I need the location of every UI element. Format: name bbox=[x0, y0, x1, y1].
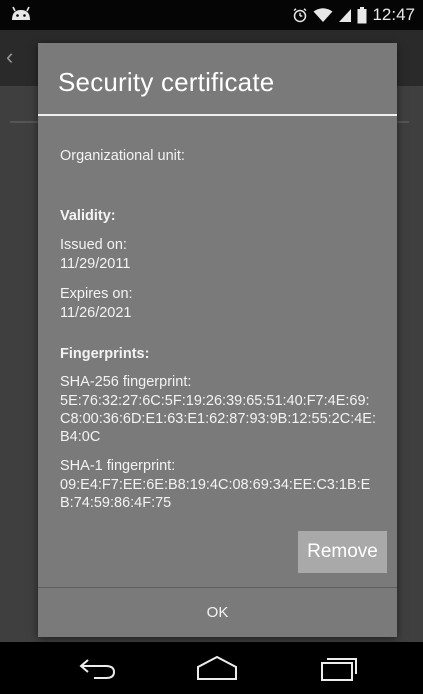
sha1-label: SHA-1 fingerprint: bbox=[60, 458, 176, 474]
wifi-icon bbox=[313, 7, 333, 23]
expires-on-label: Expires on: bbox=[60, 286, 133, 302]
issued-on-label: Issued on: bbox=[60, 237, 127, 253]
recents-icon[interactable] bbox=[317, 654, 357, 687]
up-chevron-icon: ‹ bbox=[6, 44, 14, 69]
battery-icon bbox=[357, 6, 367, 24]
org-unit-label: Organizational unit: bbox=[60, 148, 185, 164]
validity-heading: Validity: bbox=[60, 208, 116, 224]
android-icon bbox=[10, 6, 32, 27]
fingerprints-heading: Fingerprints: bbox=[60, 346, 150, 362]
status-time: 12:47 bbox=[372, 5, 415, 24]
back-icon[interactable] bbox=[76, 654, 118, 687]
status-bar: 12:47 bbox=[0, 0, 423, 30]
remove-button[interactable]: Remove bbox=[298, 531, 387, 573]
sha256-value: 5E:76:32:27:6C:5F:19:26:39:65:51:40:F7:4… bbox=[60, 393, 377, 445]
signal-icon bbox=[338, 7, 352, 23]
issued-on-value: 11/29/2011 bbox=[60, 256, 131, 272]
ok-button[interactable]: OK bbox=[38, 588, 397, 637]
navigation-bar bbox=[0, 642, 423, 694]
home-icon[interactable] bbox=[195, 654, 239, 687]
expires-on-value: 11/26/2021 bbox=[60, 305, 132, 321]
title-divider bbox=[38, 114, 397, 116]
security-certificate-dialog: Security certificate Organizational unit… bbox=[38, 43, 397, 637]
alarm-icon bbox=[292, 7, 308, 23]
dialog-title: Security certificate bbox=[58, 67, 275, 97]
sha1-value: 09:E4:F7:EE:6E:B8:19:4C:08:69:34:EE:C3:1… bbox=[60, 477, 371, 511]
sha256-label: SHA-256 fingerprint: bbox=[60, 374, 192, 390]
